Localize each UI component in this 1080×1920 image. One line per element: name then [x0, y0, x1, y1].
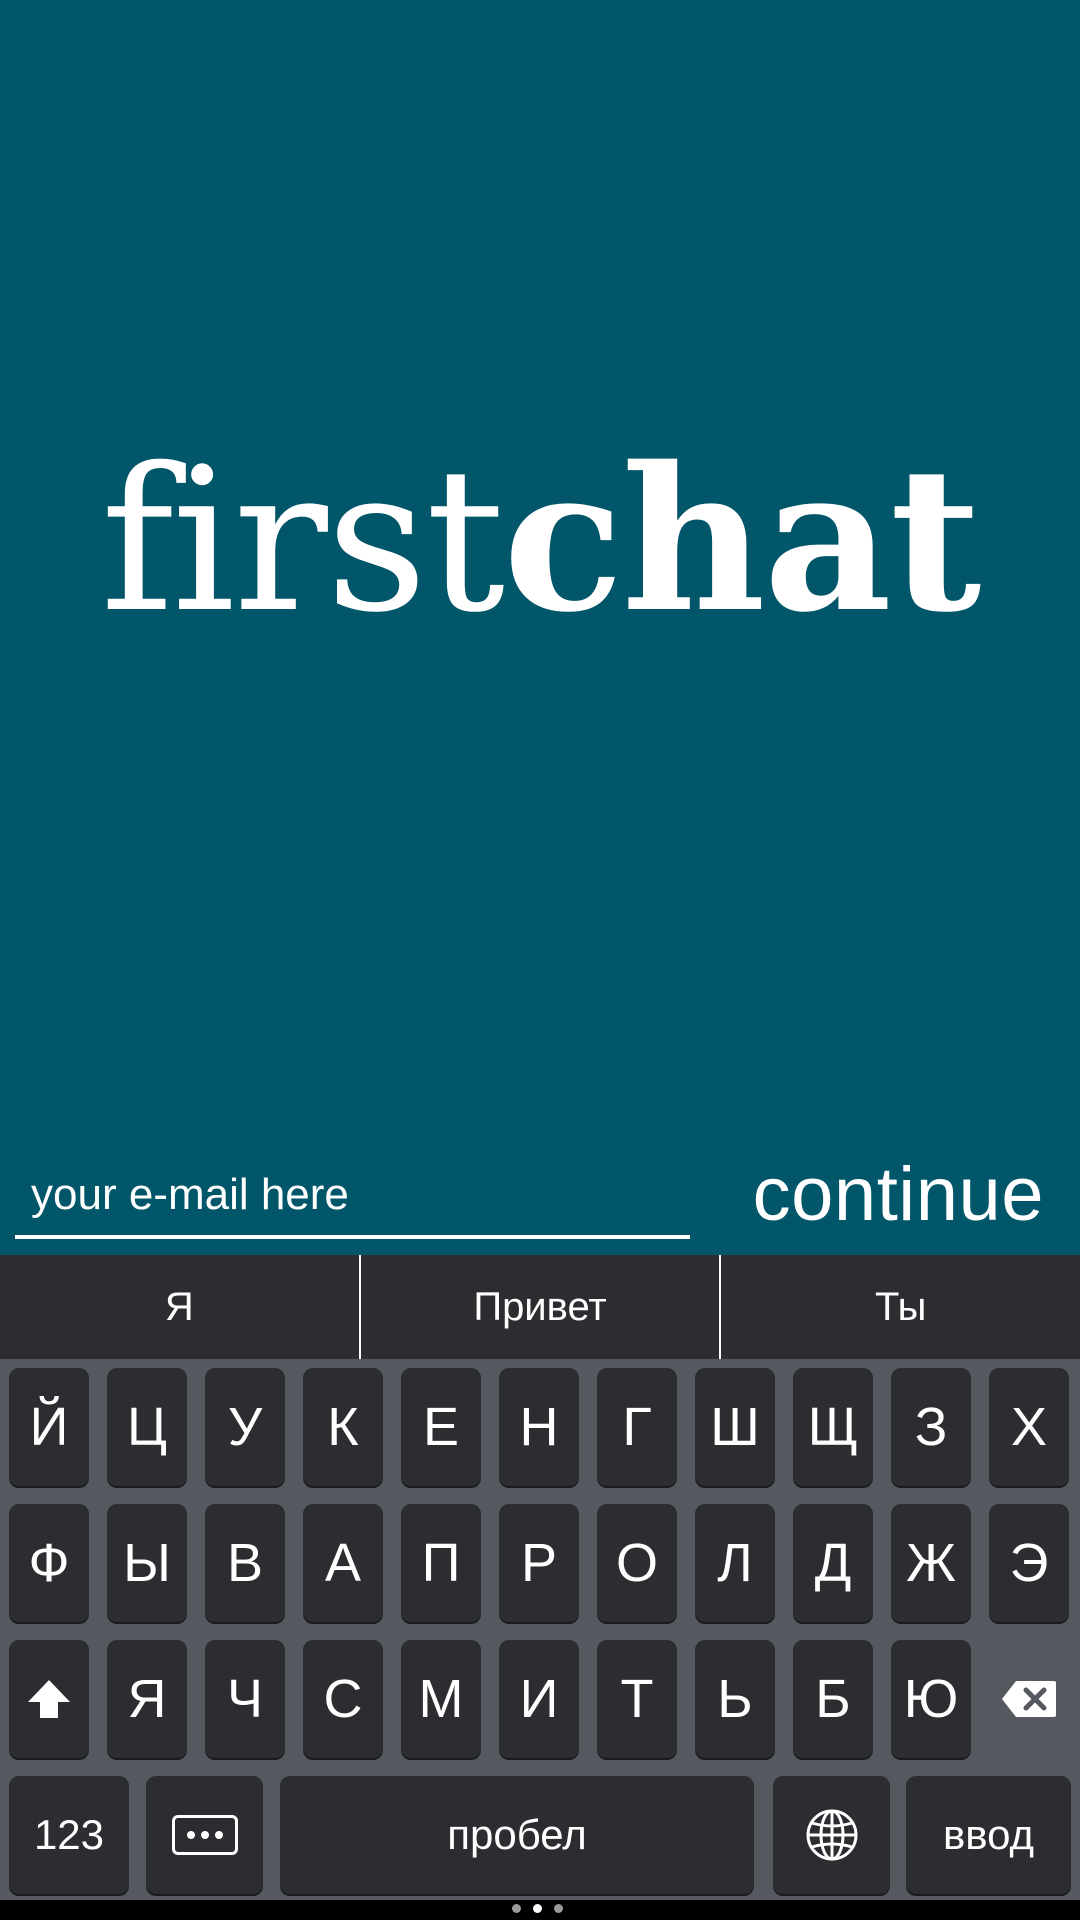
key-row2-6[interactable]: О [597, 1504, 677, 1622]
more-icon [171, 1815, 238, 1855]
email-input[interactable] [15, 1155, 690, 1239]
key-row3-4[interactable]: И [499, 1640, 579, 1758]
key-row3-1[interactable]: Ч [205, 1640, 285, 1758]
key-row2-4[interactable]: П [401, 1504, 481, 1622]
suggestion-1[interactable]: Я [0, 1255, 359, 1359]
key-row3-2[interactable]: С [303, 1640, 383, 1758]
key-row-2: ФЫВАПРОЛДЖЭ [0, 1504, 1080, 1622]
app-logo: firstchat [0, 435, 1080, 646]
key-row1-10[interactable]: Х [989, 1368, 1069, 1486]
page-dot-active [533, 1904, 542, 1913]
key-row1-9[interactable]: З [891, 1368, 971, 1486]
logo-first: first [100, 425, 505, 656]
key-row3-3[interactable]: М [401, 1640, 481, 1758]
key-row1-4[interactable]: Е [401, 1368, 481, 1486]
key-row2-1[interactable]: Ы [107, 1504, 187, 1622]
key-row2-5[interactable]: Р [499, 1504, 579, 1622]
key-row1-3[interactable]: К [303, 1368, 383, 1486]
shift-key[interactable] [9, 1640, 89, 1758]
key-row2-0[interactable]: Ф [9, 1504, 89, 1622]
keyboard: Я Привет Ты ЙЦУКЕНГШЩЗХ ФЫВАПРОЛДЖЭ ЯЧСМ… [0, 1255, 1080, 1920]
more-key[interactable] [146, 1776, 263, 1894]
key-row1-5[interactable]: Н [499, 1368, 579, 1486]
key-row3-7[interactable]: Б [793, 1640, 873, 1758]
key-row1-2[interactable]: У [205, 1368, 285, 1486]
key-row2-3[interactable]: А [303, 1504, 383, 1622]
key-row2-8[interactable]: Д [793, 1504, 873, 1622]
email-row: continue [0, 1150, 1080, 1255]
key-row1-6[interactable]: Г [597, 1368, 677, 1486]
page-indicator [512, 1904, 563, 1913]
key-row1-7[interactable]: Ш [695, 1368, 775, 1486]
shift-icon [28, 1680, 70, 1718]
key-row-1: ЙЦУКЕНГШЩЗХ [0, 1368, 1080, 1486]
space-key[interactable]: пробел [280, 1776, 754, 1894]
suggestion-2[interactable]: Привет [361, 1255, 720, 1359]
suggestion-3[interactable]: Ты [721, 1255, 1080, 1359]
backspace-icon [1002, 1681, 1056, 1717]
key-row1-8[interactable]: Щ [793, 1368, 873, 1486]
key-row2-2[interactable]: В [205, 1504, 285, 1622]
key-row3-8[interactable]: Ю [891, 1640, 971, 1758]
logo-chat: chat [503, 423, 981, 656]
suggestion-bar: Я Привет Ты [0, 1255, 1080, 1359]
numbers-key[interactable]: 123 [9, 1776, 129, 1894]
delete-key[interactable] [989, 1640, 1069, 1758]
continue-button[interactable]: continue [753, 1150, 1044, 1240]
key-row-3: ЯЧСМИТЬБЮ [0, 1640, 1080, 1758]
key-row3-6[interactable]: Ь [695, 1640, 775, 1758]
globe-icon [806, 1809, 857, 1861]
key-row3-0[interactable]: Я [107, 1640, 187, 1758]
key-row1-0[interactable]: Й [9, 1368, 89, 1486]
key-row1-1[interactable]: Ц [107, 1368, 187, 1486]
enter-key[interactable]: ввод [906, 1776, 1071, 1894]
key-row-bottom: 123 пробел ввод [0, 1776, 1080, 1894]
key-row2-10[interactable]: Э [989, 1504, 1069, 1622]
key-row3-5[interactable]: Т [597, 1640, 677, 1758]
key-row2-7[interactable]: Л [695, 1504, 775, 1622]
globe-key[interactable] [773, 1776, 890, 1894]
page-dot [512, 1904, 521, 1913]
page-dot [554, 1904, 563, 1913]
key-row2-9[interactable]: Ж [891, 1504, 971, 1622]
